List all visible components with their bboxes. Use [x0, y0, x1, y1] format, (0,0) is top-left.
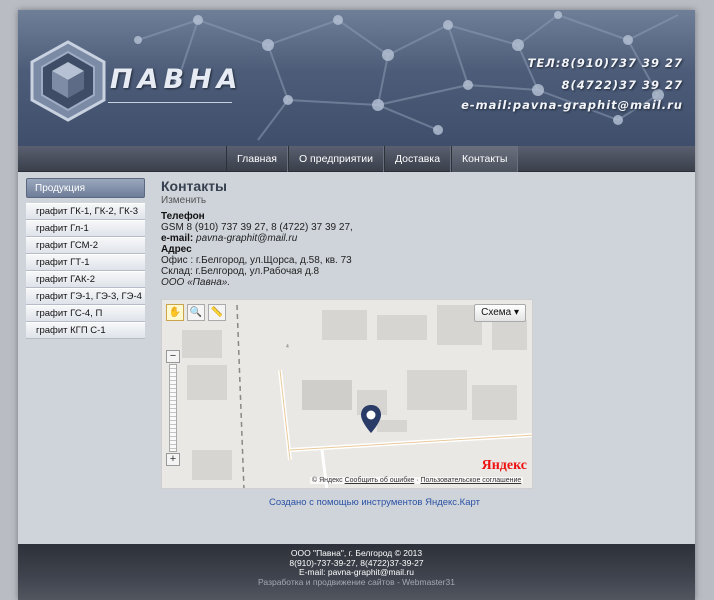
header: ПАВНА ТЕЛ:8(910)737 39 27 8(4722)37 39 2… [18, 10, 695, 146]
header-phone-1: ТЕЛ:8(910)737 39 27 [527, 56, 683, 70]
phone-value: GSM 8 (910) 737 39 27, 8 (4722) 37 39 27… [161, 222, 353, 233]
ruler-tool-icon[interactable]: 📏 [208, 304, 226, 321]
map-credit-link[interactable]: Создано с помощью инструментов Яндекс.Ка… [269, 497, 480, 508]
sidebar-item-gt[interactable]: графит ГТ-1 [26, 254, 145, 271]
sidebar-item-kgp[interactable]: графит КГП С-1 [26, 322, 145, 339]
nav-item-home[interactable]: Главная [226, 146, 288, 172]
map-pin-icon[interactable] [360, 404, 382, 434]
page: ПАВНА ТЕЛ:8(910)737 39 27 8(4722)37 39 2… [18, 10, 695, 600]
warehouse-address: Склад: г.Белгород, ул.Рабочая д.8 [161, 266, 320, 277]
address-label: Адрес [161, 244, 192, 255]
main-nav: Главная О предприятии Доставка Контакты [18, 146, 695, 172]
magnifier-tool-icon[interactable]: 🔍 [187, 304, 205, 321]
sidebar-item-gs[interactable]: графит ГС-4, П [26, 305, 145, 322]
header-phone-2: 8(4722)37 39 27 [561, 78, 683, 92]
zoom-slider[interactable] [169, 364, 177, 452]
phone-label: Телефон [161, 211, 205, 222]
footer: ООО "Павна", г. Белгород © 2013 8(910)-7… [18, 544, 695, 600]
map-attribution: © Яндекс Сообщить об ошибке · Пользовате… [310, 477, 524, 484]
sidebar-item-gk[interactable]: графит ГК-1, ГК-2, ГК-3 [26, 203, 145, 220]
main-content: Контакты Изменить Телефон GSM 8 (910) 73… [161, 178, 681, 508]
map-layer-button[interactable]: Схема ▾ [474, 304, 526, 322]
sidebar-heading[interactable]: Продукция [26, 178, 145, 198]
hand-tool-icon[interactable]: ✋ [166, 304, 184, 321]
nav-item-delivery[interactable]: Доставка [383, 146, 452, 172]
house-number: 4 [286, 344, 289, 350]
brand-underline [108, 102, 232, 103]
sidebar: Продукция графит ГК-1, ГК-2, ГК-3 графит… [26, 178, 145, 339]
logo-icon [30, 40, 106, 122]
header-email: e-mail:pavna-graphit@mail.ru [461, 98, 683, 112]
brand-name: ПАВНА [110, 64, 243, 95]
office-address: Офис : г.Белгород, ул.Щорса, д.58, кв. 7… [161, 255, 352, 266]
email-value[interactable]: pavna-graphit@mail.ru [196, 233, 297, 244]
sidebar-item-gsm[interactable]: графит ГСМ-2 [26, 237, 145, 254]
nav-item-about[interactable]: О предприятии [287, 146, 384, 172]
yandex-logo: Яндекс [481, 458, 527, 473]
zoom-out-button[interactable]: − [166, 350, 180, 363]
map-copyright: © Яндекс [312, 477, 343, 484]
company-name: ООО «Павна». [161, 277, 231, 288]
report-error-link[interactable]: Сообщить об ошибке [345, 477, 415, 484]
map-canvas [182, 304, 532, 488]
user-agreement-link[interactable]: Пользовательское соглашение [420, 477, 521, 484]
nav-item-contacts[interactable]: Контакты [451, 146, 519, 172]
email-label: e-mail: [161, 233, 194, 244]
sidebar-item-gak[interactable]: графит ГАК-2 [26, 271, 145, 288]
sidebar-item-ge[interactable]: графит ГЭ-1, ГЭ-3, ГЭ-4 [26, 288, 145, 305]
zoom-in-button[interactable]: + [166, 453, 180, 466]
edit-link[interactable]: Изменить [161, 195, 681, 206]
zoom-control[interactable]: − + [166, 350, 180, 466]
sidebar-item-gl[interactable]: графит Гл-1 [26, 220, 145, 237]
footer-developer-link[interactable]: Разработка и продвижение сайтов - Webmas… [18, 577, 695, 588]
yandex-map[interactable]: ✋ 🔍 📏 Схема ▾ − + 4 Яндекс © Яндекс Сооб… [161, 299, 533, 489]
page-title: Контакты [161, 178, 228, 194]
